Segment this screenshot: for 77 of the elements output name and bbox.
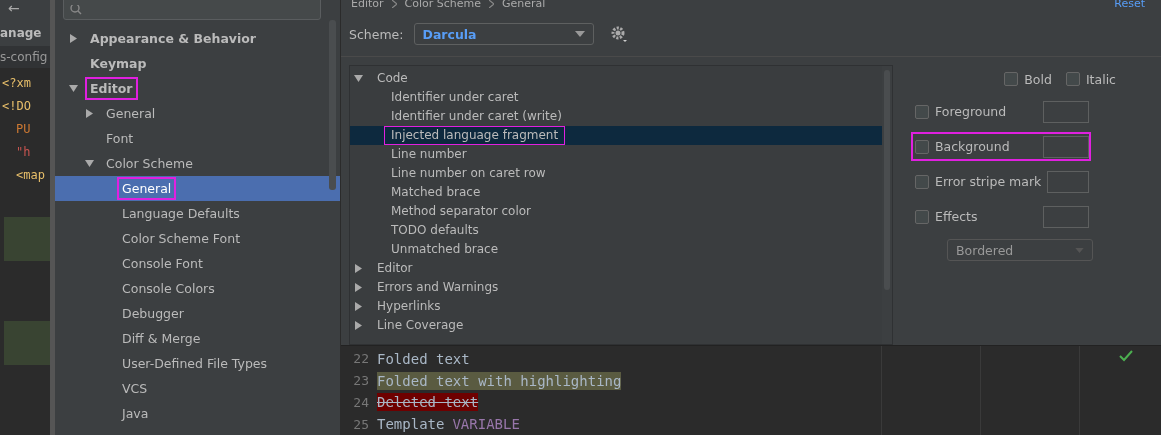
scrollbar[interactable] — [329, 20, 336, 190]
settings-item[interactable]: General — [101, 102, 161, 125]
settings-item[interactable]: Font — [101, 127, 139, 150]
code-highlight — [4, 217, 50, 261]
attribute-item[interactable]: Line number — [384, 145, 474, 164]
effect-dropdown[interactable]: Bordered — [947, 239, 1093, 261]
attribute-item[interactable]: Editor — [370, 259, 420, 278]
settings-item[interactable]: General — [117, 177, 177, 200]
color-swatch[interactable] — [1047, 170, 1089, 193]
attribute-item[interactable]: Identifier under caret — [384, 88, 526, 107]
settings-icon[interactable] — [609, 25, 628, 43]
checkbox[interactable] — [1004, 72, 1019, 86]
checkbox-label: Bold — [1024, 71, 1052, 87]
attribute-item[interactable]: Line number on caret row — [384, 164, 553, 183]
check-icon — [1119, 350, 1133, 362]
color-swatch[interactable] — [1043, 135, 1089, 158]
attribute-item[interactable]: Code — [370, 69, 415, 88]
checkbox-label: Foreground — [935, 104, 1008, 119]
line-number: 25 — [352, 416, 369, 432]
settings-item[interactable]: Diff & Merge — [117, 327, 206, 350]
settings-item[interactable]: Color Scheme Font — [117, 227, 246, 250]
checkbox[interactable] — [915, 174, 929, 189]
caret-icon — [1075, 247, 1084, 253]
attribute-item[interactable]: Errors and Warnings — [370, 278, 506, 297]
line-number: 23 — [352, 373, 369, 389]
checkbox[interactable] — [1065, 72, 1080, 86]
attribute-item[interactable]: Hyperlinks — [370, 297, 448, 316]
settings-item[interactable]: Language Defaults — [117, 202, 245, 225]
code-text: Deleted text — [377, 393, 479, 412]
code-line: <?xm — [1, 75, 32, 92]
code-text: Folded text with highlighting — [377, 371, 622, 390]
file-tab[interactable]: s-config — [0, 46, 50, 68]
attribute-item[interactable]: Method separator color — [384, 202, 539, 221]
chevron-icon — [391, 0, 397, 8]
scheme-dropdown[interactable]: Darcula — [413, 23, 594, 45]
code-text: Folded text — [377, 349, 470, 368]
code-line: "h — [15, 144, 32, 161]
settings-item[interactable]: Keymap — [85, 52, 152, 75]
code-variable: VARIABLE — [452, 416, 520, 433]
settings-item[interactable]: VCS — [117, 377, 153, 400]
checkbox-label: Italic — [1085, 71, 1116, 87]
checkbox-label: Background — [935, 139, 1011, 154]
attribute-item[interactable]: TODO defaults — [384, 221, 486, 240]
settings-item[interactable]: Console Colors — [117, 277, 220, 300]
code-line: PU — [15, 121, 32, 138]
code-line: <map — [15, 167, 46, 184]
settings-item[interactable]: Appearance & Behavior — [85, 27, 261, 50]
attribute-item[interactable]: Unmatched brace — [384, 240, 506, 259]
attribute-item[interactable]: Identifier under caret (write) — [384, 107, 569, 126]
attribute-item[interactable]: Injected language fragment — [384, 126, 566, 145]
attribute-item[interactable]: Line Coverage — [370, 316, 471, 335]
color-swatch[interactable] — [1043, 205, 1089, 228]
back-icon[interactable]: ← — [8, 0, 20, 16]
line-number: 22 — [352, 351, 369, 367]
chevron-icon — [489, 0, 495, 8]
checkbox[interactable] — [915, 209, 929, 224]
line-number: 24 — [352, 394, 369, 410]
search-icon — [70, 5, 84, 15]
attribute-item[interactable]: Matched brace — [384, 183, 488, 202]
scheme-label: Scheme: — [349, 26, 404, 42]
settings-item[interactable]: Color Scheme — [101, 152, 198, 175]
settings-item[interactable]: Editor — [85, 77, 138, 100]
color-swatch[interactable] — [1043, 100, 1089, 123]
checkbox[interactable] — [915, 139, 929, 154]
checkbox-label: Error stripe mark — [935, 174, 1042, 189]
search-field[interactable] — [63, 0, 321, 20]
checkbox[interactable] — [915, 104, 929, 119]
checkbox-label: Effects — [935, 209, 979, 224]
code-line: <!DO — [1, 98, 32, 115]
settings-item[interactable]: Console Font — [117, 252, 208, 275]
code-highlight — [4, 321, 50, 365]
settings-item[interactable]: User-Defined File Types — [117, 352, 273, 375]
code-text: Template — [377, 415, 445, 434]
settings-item[interactable]: Java — [117, 402, 154, 425]
editor-tab[interactable]: anage — [0, 20, 50, 46]
settings-item[interactable]: Debugger — [117, 302, 189, 325]
caret-icon — [574, 31, 585, 37]
